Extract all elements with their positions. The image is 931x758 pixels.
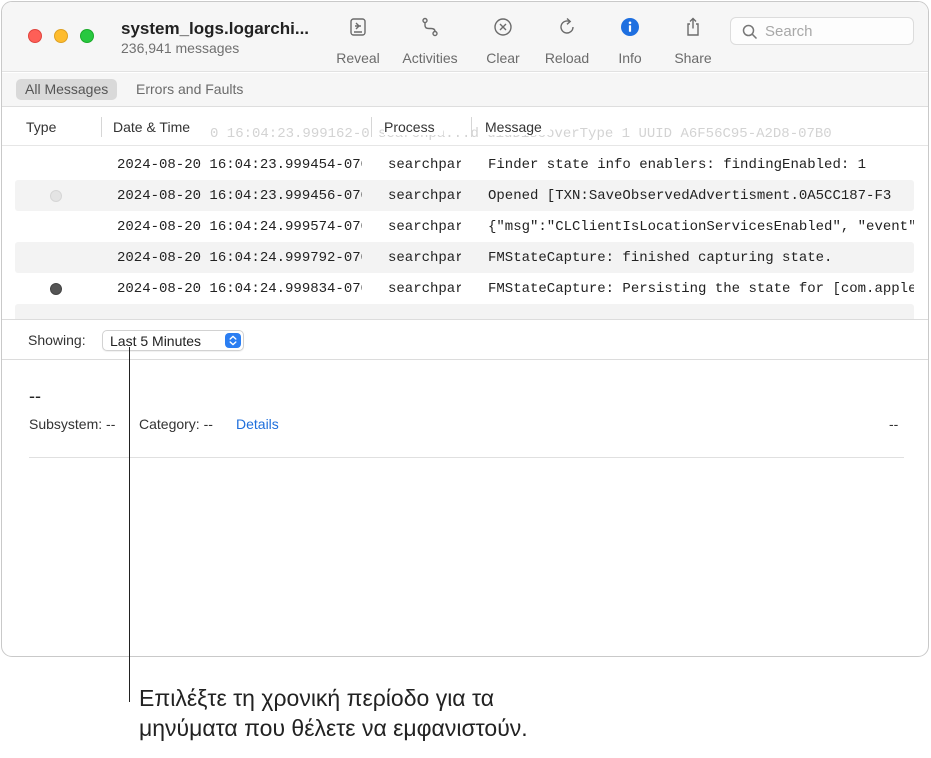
- callout-text: Επιλέξτε τη χρονική περίοδο για τα μηνύμ…: [139, 683, 528, 743]
- document-title: system_logs.logarchi...: [121, 19, 310, 38]
- log-table: 2024-08-20 16:04:23.999454-0700 searchpa…: [2, 147, 928, 319]
- tab-errors-and-faults[interactable]: Errors and Faults: [127, 79, 252, 100]
- row-process: searchpartyd: [388, 250, 461, 266]
- column-message[interactable]: Message: [485, 119, 550, 135]
- reveal-button[interactable]: Reveal: [336, 16, 380, 70]
- chevron-updown-icon: [225, 333, 241, 348]
- row-message: FMStateCapture: Persisting the state for…: [488, 281, 914, 297]
- callout-line: [129, 347, 130, 702]
- table-row[interactable]: 2024-08-20 16:04:24.999834-0700 searchpa…: [15, 273, 914, 304]
- divider: [29, 457, 904, 458]
- column-process[interactable]: Process: [384, 119, 443, 135]
- row-message: Opened [TXN:SaveObservedAdvertisment.0A5…: [488, 188, 892, 204]
- share-button[interactable]: Share: [672, 16, 714, 70]
- row-process: searchpartyd: [388, 157, 461, 173]
- activities-button[interactable]: Activities: [398, 16, 462, 70]
- detail-right-value: --: [889, 416, 899, 432]
- default-type-icon: [50, 190, 62, 202]
- clear-icon: [483, 16, 523, 42]
- search-input[interactable]: [765, 22, 905, 40]
- detail-title: --: [29, 386, 41, 406]
- tab-all-messages[interactable]: All Messages: [16, 79, 118, 100]
- reload-label: Reload: [544, 50, 590, 66]
- message-count: 236,941 messages: [121, 40, 240, 56]
- showing-label: Showing:: [28, 332, 86, 348]
- row-message: {"msg":"CLClientIsLocationServicesEnable…: [488, 219, 914, 235]
- activities-icon: [398, 16, 462, 42]
- column-type[interactable]: Type: [26, 119, 65, 135]
- subsystem-label: Subsystem: --: [29, 416, 116, 432]
- row-process: searchpartyd: [388, 281, 461, 297]
- callout-line-1: Επιλέξτε τη χρονική περίοδο για τα: [139, 685, 495, 711]
- row-message: Finder state info enablers: findingEnabl…: [488, 157, 867, 173]
- time-range-bar: Showing: Last 5 Minutes: [2, 319, 928, 360]
- row-message: FMStateCapture: finished capturing state…: [488, 250, 833, 266]
- console-window: system_logs.logarchi... 236,941 messages…: [1, 1, 929, 657]
- row-process: searchpartyd: [388, 219, 461, 235]
- filter-bar: All Messages Errors and Faults: [2, 73, 928, 107]
- zoom-window-button[interactable]: [80, 29, 94, 43]
- info-label: Info: [618, 50, 642, 66]
- reveal-label: Reveal: [336, 50, 380, 66]
- column-divider[interactable]: [101, 117, 102, 137]
- activities-label: Activities: [402, 50, 458, 66]
- category-label: Category: --: [139, 416, 213, 432]
- search-field[interactable]: [730, 17, 914, 45]
- table-row[interactable]: 2024-08-20 16:04:23.999456-0700 searchpa…: [15, 180, 914, 211]
- table-row[interactable]: 2024-08-20 16:04:24.999574-0700 searchpa…: [15, 211, 914, 242]
- callout-line-2: μηνύματα που θέλετε να εμφανιστούν.: [139, 715, 528, 741]
- row-datetime: 2024-08-20 16:04:24.999834-0700: [117, 281, 362, 297]
- reload-icon: [543, 16, 591, 42]
- row-datetime: 2024-08-20 16:04:24.999574-0700: [117, 219, 362, 235]
- table-row[interactable]: 2024-08-20 16:04:24.999792-0700 searchpa…: [15, 242, 914, 273]
- row-datetime: 2024-08-20 16:04:23.999454-0700: [117, 157, 362, 173]
- table-row[interactable]: [15, 304, 914, 319]
- table-row[interactable]: 2024-08-20 16:04:23.999454-0700 searchpa…: [15, 149, 914, 180]
- toolbar: system_logs.logarchi... 236,941 messages…: [2, 2, 928, 72]
- column-divider[interactable]: [471, 117, 472, 137]
- info-icon: [614, 16, 646, 42]
- row-datetime: 2024-08-20 16:04:24.999792-0700: [117, 250, 362, 266]
- column-divider[interactable]: [371, 117, 372, 137]
- table-header: 0 16:04:23.999162-0 searchpa...d didDisc…: [2, 108, 928, 146]
- reload-button[interactable]: Reload: [543, 16, 591, 70]
- clear-button[interactable]: Clear: [483, 16, 523, 70]
- debug-type-icon: [50, 283, 62, 295]
- minimize-window-button[interactable]: [54, 29, 68, 43]
- row-datetime: 2024-08-20 16:04:23.999456-0700: [117, 188, 362, 204]
- clear-label: Clear: [486, 50, 520, 66]
- time-range-popup[interactable]: Last 5 Minutes: [102, 330, 244, 351]
- close-window-button[interactable]: [28, 29, 42, 43]
- row-process: searchpartyd: [388, 188, 461, 204]
- details-link[interactable]: Details: [236, 416, 279, 432]
- info-button[interactable]: Info: [614, 16, 646, 70]
- time-range-value: Last 5 Minutes: [110, 333, 202, 349]
- share-icon: [672, 16, 714, 42]
- reveal-icon: [336, 16, 380, 42]
- column-date-time[interactable]: Date & Time: [113, 119, 199, 135]
- search-icon: [741, 23, 759, 46]
- share-label: Share: [674, 50, 712, 66]
